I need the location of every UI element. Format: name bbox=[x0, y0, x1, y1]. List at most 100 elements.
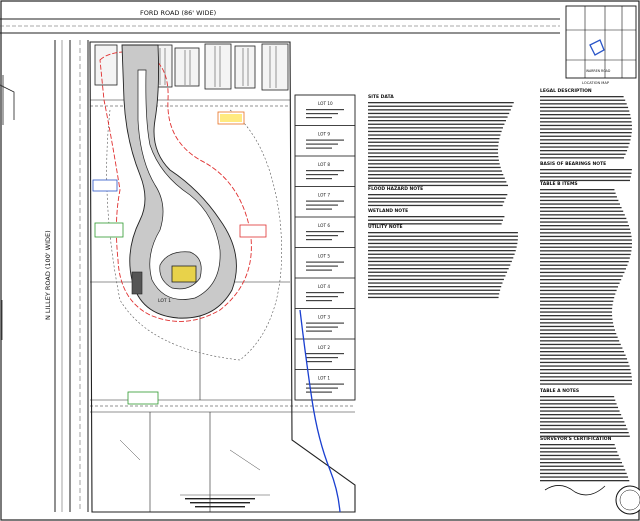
lot-note-line bbox=[306, 208, 332, 210]
note-line bbox=[540, 354, 626, 356]
note-line bbox=[540, 318, 613, 320]
lot-cell bbox=[294, 277, 356, 309]
lot-note-line bbox=[306, 292, 344, 294]
lilley-road: N LILLEY ROAD (100' WIDE) bbox=[44, 40, 89, 512]
note-line bbox=[540, 347, 623, 349]
note-line bbox=[540, 199, 619, 202]
note-line bbox=[540, 268, 626, 270]
note-line bbox=[368, 296, 499, 299]
note-line bbox=[540, 372, 632, 374]
lot-cell bbox=[294, 186, 356, 218]
note-line bbox=[540, 428, 628, 430]
note-line bbox=[368, 148, 499, 151]
note-line bbox=[368, 170, 502, 172]
note-line bbox=[540, 169, 632, 171]
note-line bbox=[540, 315, 613, 317]
ford-road: FORD ROAD (86' WIDE) bbox=[0, 9, 560, 34]
note-line bbox=[368, 120, 506, 122]
tag-green bbox=[94, 222, 124, 238]
note-line bbox=[540, 279, 622, 281]
lot-cell bbox=[294, 125, 356, 157]
lot-note-line bbox=[306, 170, 344, 172]
note-line bbox=[540, 264, 628, 266]
note-line bbox=[540, 225, 629, 227]
note-line bbox=[368, 130, 502, 133]
easement-lines bbox=[90, 99, 355, 512]
note-line bbox=[540, 135, 632, 137]
note-line bbox=[540, 128, 632, 130]
note-line bbox=[540, 329, 615, 331]
note-line bbox=[540, 333, 617, 335]
lot-note-line bbox=[306, 296, 338, 298]
lot-note-line bbox=[306, 147, 332, 149]
note-line bbox=[368, 223, 502, 225]
lot-label: LOT 6 bbox=[318, 223, 330, 228]
site-plan-drawing: FORD ROAD (86' WIDE) N LILLEY ROAD (100'… bbox=[0, 0, 640, 521]
note-line bbox=[368, 116, 508, 118]
lot-cell bbox=[294, 369, 356, 401]
note-line bbox=[540, 322, 614, 324]
note-line bbox=[540, 150, 628, 152]
lot-label: LOT 1 bbox=[318, 376, 330, 381]
note-line bbox=[540, 142, 630, 145]
note-line bbox=[540, 410, 620, 412]
note-line bbox=[540, 469, 626, 471]
table-a-heading: TABLE A NOTES bbox=[540, 388, 579, 394]
center-notes: SITE DATA FLOOD HAZARD NOTE WETLAND NOTE… bbox=[368, 94, 423, 230]
lot-note-line bbox=[306, 265, 338, 267]
note-line bbox=[368, 177, 505, 179]
lot-note-line bbox=[306, 269, 332, 271]
survey-sheet: FORD ROAD (86' WIDE) N LILLEY ROAD (100'… bbox=[0, 0, 640, 521]
surveyor-seal bbox=[615, 485, 640, 515]
note-line bbox=[540, 396, 615, 398]
note-line bbox=[540, 103, 627, 105]
ford-road-label: FORD ROAD (86' WIDE) bbox=[140, 9, 216, 17]
lot-note-line bbox=[306, 391, 332, 393]
note-line bbox=[540, 340, 620, 342]
lot-note-line bbox=[306, 139, 344, 141]
note-line bbox=[368, 163, 500, 165]
note-line bbox=[368, 235, 518, 237]
note-line bbox=[368, 197, 506, 199]
signature bbox=[544, 485, 606, 496]
note-line bbox=[540, 424, 626, 427]
note-line bbox=[540, 336, 618, 338]
note-line bbox=[540, 458, 621, 460]
note-line bbox=[540, 253, 631, 256]
note-line bbox=[540, 271, 625, 274]
note-line bbox=[540, 472, 627, 475]
note-line bbox=[540, 239, 632, 241]
lot-label: LOT 5 bbox=[318, 254, 330, 259]
note-line bbox=[540, 157, 625, 159]
note-line bbox=[368, 105, 513, 107]
note-line bbox=[368, 123, 505, 125]
lot-note-line bbox=[306, 326, 338, 328]
note-line bbox=[540, 376, 632, 378]
note-line bbox=[540, 421, 625, 423]
note-line bbox=[540, 132, 632, 134]
lot-label: LOT 4 bbox=[318, 284, 330, 289]
basis-heading: BASIS OF BEARINGS NOTE bbox=[540, 161, 606, 167]
note-line bbox=[368, 275, 506, 277]
note-line bbox=[368, 257, 514, 259]
note-line bbox=[368, 201, 505, 203]
note-line bbox=[540, 369, 631, 371]
note-line bbox=[540, 139, 631, 141]
lot-note-line bbox=[306, 353, 344, 355]
note-line bbox=[540, 311, 613, 313]
site-data-heading: SITE DATA bbox=[368, 94, 394, 100]
utility-heading: UTILITY NOTE bbox=[368, 224, 403, 230]
note-line bbox=[368, 159, 499, 161]
note-line bbox=[368, 216, 505, 218]
lot-note-line bbox=[306, 204, 338, 206]
note-line bbox=[540, 250, 632, 252]
note-line bbox=[540, 300, 614, 302]
note-line bbox=[540, 257, 630, 259]
note-line bbox=[540, 379, 632, 382]
note-line bbox=[540, 304, 613, 306]
note-line bbox=[540, 146, 629, 148]
note-line bbox=[540, 343, 621, 346]
lot-note-line bbox=[306, 109, 344, 111]
lot-note-line bbox=[306, 235, 338, 237]
note-line bbox=[368, 264, 511, 266]
